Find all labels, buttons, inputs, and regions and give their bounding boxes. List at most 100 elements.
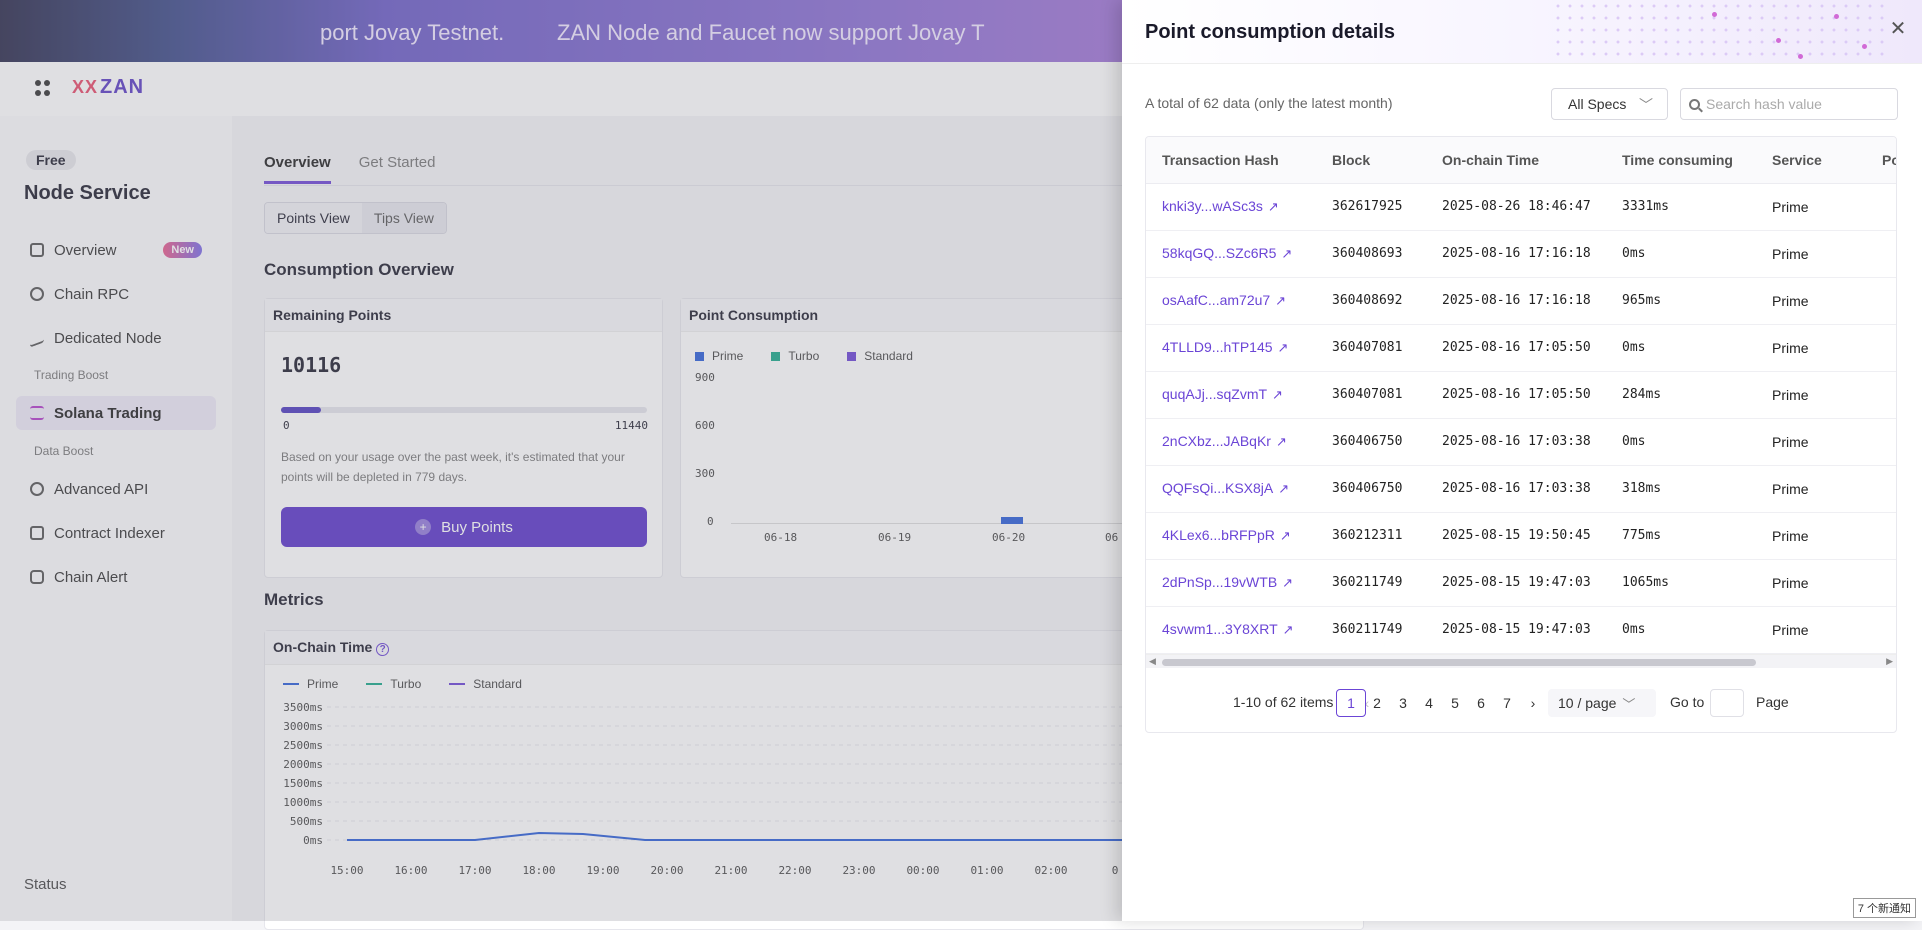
transaction-hash-link[interactable]: 58kqGQ...SZc6R5↗ (1146, 230, 1316, 277)
external-link-icon: ↗ (1280, 528, 1291, 544)
table-row: 4TLLD9...hTP145↗3604070812025-08-16 17:0… (1146, 324, 1897, 371)
page-label: Page (1756, 694, 1789, 710)
time-consuming-cell: 0ms (1606, 418, 1756, 465)
block-cell: 360407081 (1316, 371, 1426, 418)
column-header: On-chain Time (1426, 137, 1606, 183)
points-cell (1866, 324, 1897, 371)
decorative-dot (1798, 54, 1803, 59)
scrollbar-thumb[interactable] (1162, 659, 1756, 666)
horizontal-scrollbar[interactable]: ◀ ▶ (1146, 654, 1896, 668)
on-chain-time-cell: 2025-08-16 17:03:38 (1426, 465, 1606, 512)
scroll-left-icon[interactable]: ◀ (1149, 656, 1156, 667)
notification-toast[interactable]: 7 个新通知 (1853, 898, 1916, 918)
service-cell: Prime (1756, 559, 1866, 606)
on-chain-time-cell: 2025-08-16 17:16:18 (1426, 277, 1606, 324)
external-link-icon: ↗ (1272, 387, 1283, 403)
time-consuming-cell: 0ms (1606, 324, 1756, 371)
on-chain-time-cell: 2025-08-15 19:47:03 (1426, 606, 1606, 653)
hash-search-input[interactable] (1706, 96, 1886, 112)
scroll-right-icon[interactable]: ▶ (1886, 656, 1893, 667)
transaction-hash-link[interactable]: 4KLex6...bRFPpR↗ (1146, 512, 1316, 559)
transaction-hash-link[interactable]: quqAJj...sqZvmT↗ (1146, 371, 1316, 418)
block-cell: 360407081 (1316, 324, 1426, 371)
decorative-dot (1862, 44, 1867, 49)
drawer-header: Point consumption details ✕ (1122, 0, 1922, 64)
service-cell: Prime (1756, 277, 1866, 324)
on-chain-time-cell: 2025-08-16 17:05:50 (1426, 324, 1606, 371)
transaction-hash-link[interactable]: 2nCXbz...JABqKr↗ (1146, 418, 1316, 465)
service-cell: Prime (1756, 183, 1866, 230)
table-row: 2dPnSp...19vWTB↗3602117492025-08-15 19:4… (1146, 559, 1897, 606)
close-icon[interactable]: ✕ (1886, 16, 1910, 40)
points-cell (1866, 183, 1897, 230)
total-count-text: A total of 62 data (only the latest mont… (1145, 95, 1392, 111)
external-link-icon: ↗ (1268, 199, 1279, 215)
points-cell (1866, 606, 1897, 653)
service-cell: Prime (1756, 512, 1866, 559)
time-consuming-cell: 3331ms (1606, 183, 1756, 230)
goto-page-input[interactable] (1710, 689, 1744, 717)
service-cell: Prime (1756, 606, 1866, 653)
external-link-icon: ↗ (1278, 340, 1289, 356)
pagination-range: 1-10 of 62 items (1233, 694, 1333, 710)
table-row: 2nCXbz...JABqKr↗3604067502025-08-16 17:0… (1146, 418, 1897, 465)
on-chain-time-cell: 2025-08-16 17:16:18 (1426, 230, 1606, 277)
column-header: Po (1866, 137, 1897, 183)
transaction-hash-link[interactable]: 2dPnSp...19vWTB↗ (1146, 559, 1316, 606)
points-cell (1866, 230, 1897, 277)
search-icon (1689, 99, 1700, 110)
block-cell: 360212311 (1316, 512, 1426, 559)
points-cell (1866, 512, 1897, 559)
points-cell (1866, 559, 1897, 606)
on-chain-time-cell: 2025-08-15 19:50:45 (1426, 512, 1606, 559)
time-consuming-cell: 284ms (1606, 371, 1756, 418)
time-consuming-cell: 775ms (1606, 512, 1756, 559)
time-consuming-cell: 318ms (1606, 465, 1756, 512)
time-consuming-cell: 965ms (1606, 277, 1756, 324)
transaction-hash-link[interactable]: knki3y...wASc3s↗ (1146, 183, 1316, 230)
points-cell (1866, 418, 1897, 465)
table-row: 58kqGQ...SZc6R5↗3604086932025-08-16 17:1… (1146, 230, 1897, 277)
modal-mask[interactable] (0, 0, 1122, 921)
transaction-hash-link[interactable]: 4TLLD9...hTP145↗ (1146, 324, 1316, 371)
time-consuming-cell: 0ms (1606, 606, 1756, 653)
block-cell: 362617925 (1316, 183, 1426, 230)
transaction-hash-link[interactable]: QQFsQi...KSX8jA↗ (1146, 465, 1316, 512)
transaction-hash-link[interactable]: 4svwm1...3Y8XRT↗ (1146, 606, 1316, 653)
table-row: quqAJj...sqZvmT↗3604070812025-08-16 17:0… (1146, 371, 1897, 418)
time-consuming-cell: 1065ms (1606, 559, 1756, 606)
specs-select-value: All Specs (1568, 96, 1626, 112)
transaction-hash-link[interactable]: osAafC...am72u7↗ (1146, 277, 1316, 324)
decorative-dots (1552, 0, 1892, 64)
external-link-icon: ↗ (1282, 575, 1293, 591)
decorative-dot (1712, 12, 1717, 17)
table-row: QQFsQi...KSX8jA↗3604067502025-08-16 17:0… (1146, 465, 1897, 512)
points-cell (1866, 371, 1897, 418)
time-consuming-cell: 0ms (1606, 230, 1756, 277)
column-header: Time consuming (1606, 137, 1756, 183)
decorative-dot (1776, 38, 1781, 43)
points-cell (1866, 277, 1897, 324)
hash-search (1680, 88, 1898, 120)
block-cell: 360408692 (1316, 277, 1426, 324)
chevron-down-icon: ﹀ (1639, 95, 1653, 115)
specs-select[interactable]: All Specs ﹀ (1551, 88, 1668, 120)
block-cell: 360406750 (1316, 465, 1426, 512)
service-cell: Prime (1756, 324, 1866, 371)
service-cell: Prime (1756, 230, 1866, 277)
decorative-dot (1834, 14, 1839, 19)
table-row: 4svwm1...3Y8XRT↗3602117492025-08-15 19:4… (1146, 606, 1897, 653)
block-cell: 360211749 (1316, 559, 1426, 606)
next-page-icon[interactable]: › (1518, 689, 1548, 717)
goto-label: Go to (1670, 694, 1704, 710)
column-header: Transaction Hash (1146, 137, 1316, 183)
block-cell: 360406750 (1316, 418, 1426, 465)
points-cell (1866, 465, 1897, 512)
external-link-icon: ↗ (1283, 622, 1294, 638)
external-link-icon: ↗ (1276, 434, 1287, 450)
column-header: Block (1316, 137, 1426, 183)
transactions-table: Transaction Hash Block On-chain Time Tim… (1145, 136, 1897, 733)
page-size-value: 10 / page (1558, 695, 1616, 711)
column-header: Service (1756, 137, 1866, 183)
page-size-select[interactable]: 10 / page ﹀ (1548, 689, 1656, 717)
